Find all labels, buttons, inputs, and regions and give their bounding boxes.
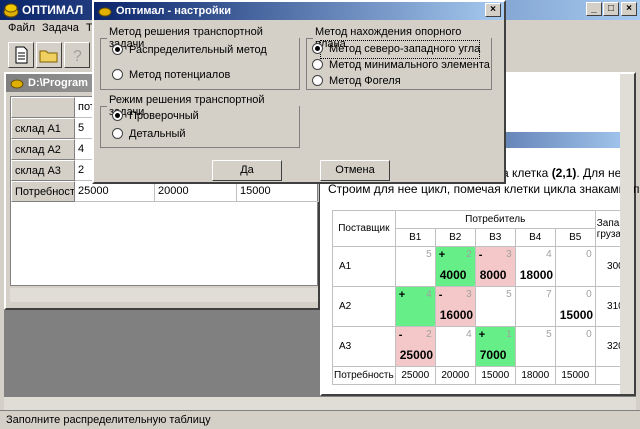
new-file-button[interactable] [8,42,34,68]
table-cell: 5 [514,326,556,367]
table-cell: 4 [434,326,476,367]
row-label-a1: склад А1 [11,118,75,139]
status-bar: Заполните распределительную таблицу [0,410,640,429]
explanation-line-1: а клетка (2,1). Для нее [502,166,628,180]
menu-task[interactable]: Задача [42,22,79,34]
left-window-title: D:\Program [28,77,88,89]
minimize-button[interactable]: _ [586,2,602,16]
table-cell: -2 25000 [394,326,436,367]
need-cell: 20000 [434,366,476,385]
need-cell: 18000 [514,366,556,385]
radio-northwest-corner[interactable]: Метод северо-западного угла [312,43,480,55]
table-cell: 0 [554,246,596,287]
row-name: A2 [332,286,396,327]
table-cell: 5 [474,286,516,327]
table-cell: 4 18000 [514,246,556,287]
row-label-a2: склад А2 [11,139,75,160]
help-button[interactable]: ? [64,42,90,68]
grid-corner-cell [11,97,75,118]
grid-cell[interactable]: 20000 [155,181,237,202]
radio-unselected-icon [312,59,323,70]
radio-check-mode[interactable]: Проверочный [112,110,199,122]
needs-row: Потребность 25000 20000 15000 18000 1500… [332,366,626,385]
open-folder-button[interactable] [36,42,62,68]
radio-detailed-mode[interactable]: Детальный [112,128,186,140]
mdi-background [4,310,320,396]
table-row: A1 5 +2 4000 -3 8000 4 18000 0 300 [332,246,626,287]
radio-selected-icon [312,43,323,54]
table-cell: +4 [394,286,436,327]
transport-table: Поставщик Потребитель Запа груза B1 B2 B3… [332,210,626,385]
radio-distribution-method[interactable]: Распределительный метод [112,44,267,56]
table-row: A3 -2 25000 4 +1 7000 5 0 320 [332,326,626,367]
table-cell: 5 [394,246,436,287]
col-header: B1 [394,228,436,247]
col-header: B5 [554,228,596,247]
supplier-header: Поставщик [332,210,396,247]
explanation-line-2: Строим для нее цикл, помечая клетки цикл… [328,182,640,196]
row-label-needs: Потребности [11,181,75,202]
table-cell: 0 [554,326,596,367]
radio-unselected-icon [112,69,123,80]
grid-cell[interactable]: 25000 [75,181,155,202]
radio-selected-icon [112,110,123,121]
app-title: ОПТИМАЛ [22,3,84,17]
need-cell: 25000 [394,366,436,385]
table-row: A2 +4 -3 16000 5 7 0 15000 310 [332,286,626,327]
col-header: B4 [514,228,556,247]
left-horizontal-scrollbar[interactable] [10,288,318,302]
radio-potentials-method[interactable]: Метод потенциалов [112,69,230,81]
row-label-a3: склад А3 [11,160,75,181]
main-horizontal-scrollbar[interactable] [4,396,636,410]
dialog-title: Оптимал - настройки [116,5,231,17]
window-logo-icon [10,79,24,89]
grid-cell[interactable]: 15000 [237,181,319,202]
new-file-icon [15,46,28,64]
table-cell: -3 16000 [434,286,476,327]
table-cell: +1 7000 [474,326,516,367]
radio-unselected-icon [112,128,123,139]
app-window: ОПТИМАЛ _ □ × Файл Задача Т ? D:\Program… [0,0,640,429]
table-cell: -3 8000 [474,246,516,287]
dialog-close-button[interactable]: × [485,3,501,17]
folder-icon [39,50,58,63]
table-cell: 7 [514,286,556,327]
row-name: A3 [332,326,396,367]
need-cell: 15000 [474,366,516,385]
needs-label: Потребность [332,366,396,385]
dialog-logo-icon [98,7,112,17]
need-cell: 15000 [554,366,596,385]
help-icon: ? [73,48,82,65]
col-header: B2 [434,228,476,247]
radio-vogel[interactable]: Метод Фогеля [312,75,401,87]
solution-vertical-scrollbar[interactable] [620,74,634,394]
row-name: A1 [332,246,396,287]
maximize-button[interactable]: □ [603,2,619,16]
consumer-header: Потребитель [394,210,596,229]
table-cell: 0 15000 [554,286,596,327]
col-header: B3 [474,228,516,247]
cancel-button[interactable]: Отмена [320,160,390,181]
dialog-titlebar: Оптимал - настройки × [94,2,504,20]
close-button[interactable]: × [621,2,637,16]
table-cell: +2 4000 [434,246,476,287]
app-logo-icon [3,3,19,18]
svg-text:?: ? [73,48,82,65]
settings-dialog: Оптимал - настройки × Метод решения тран… [92,0,506,184]
radio-minimum-element[interactable]: Метод минимального элемента [312,59,490,71]
radio-selected-icon [112,44,123,55]
menu-file[interactable]: Файл [8,22,35,34]
radio-unselected-icon [312,75,323,86]
ok-button[interactable]: Да [212,160,282,181]
